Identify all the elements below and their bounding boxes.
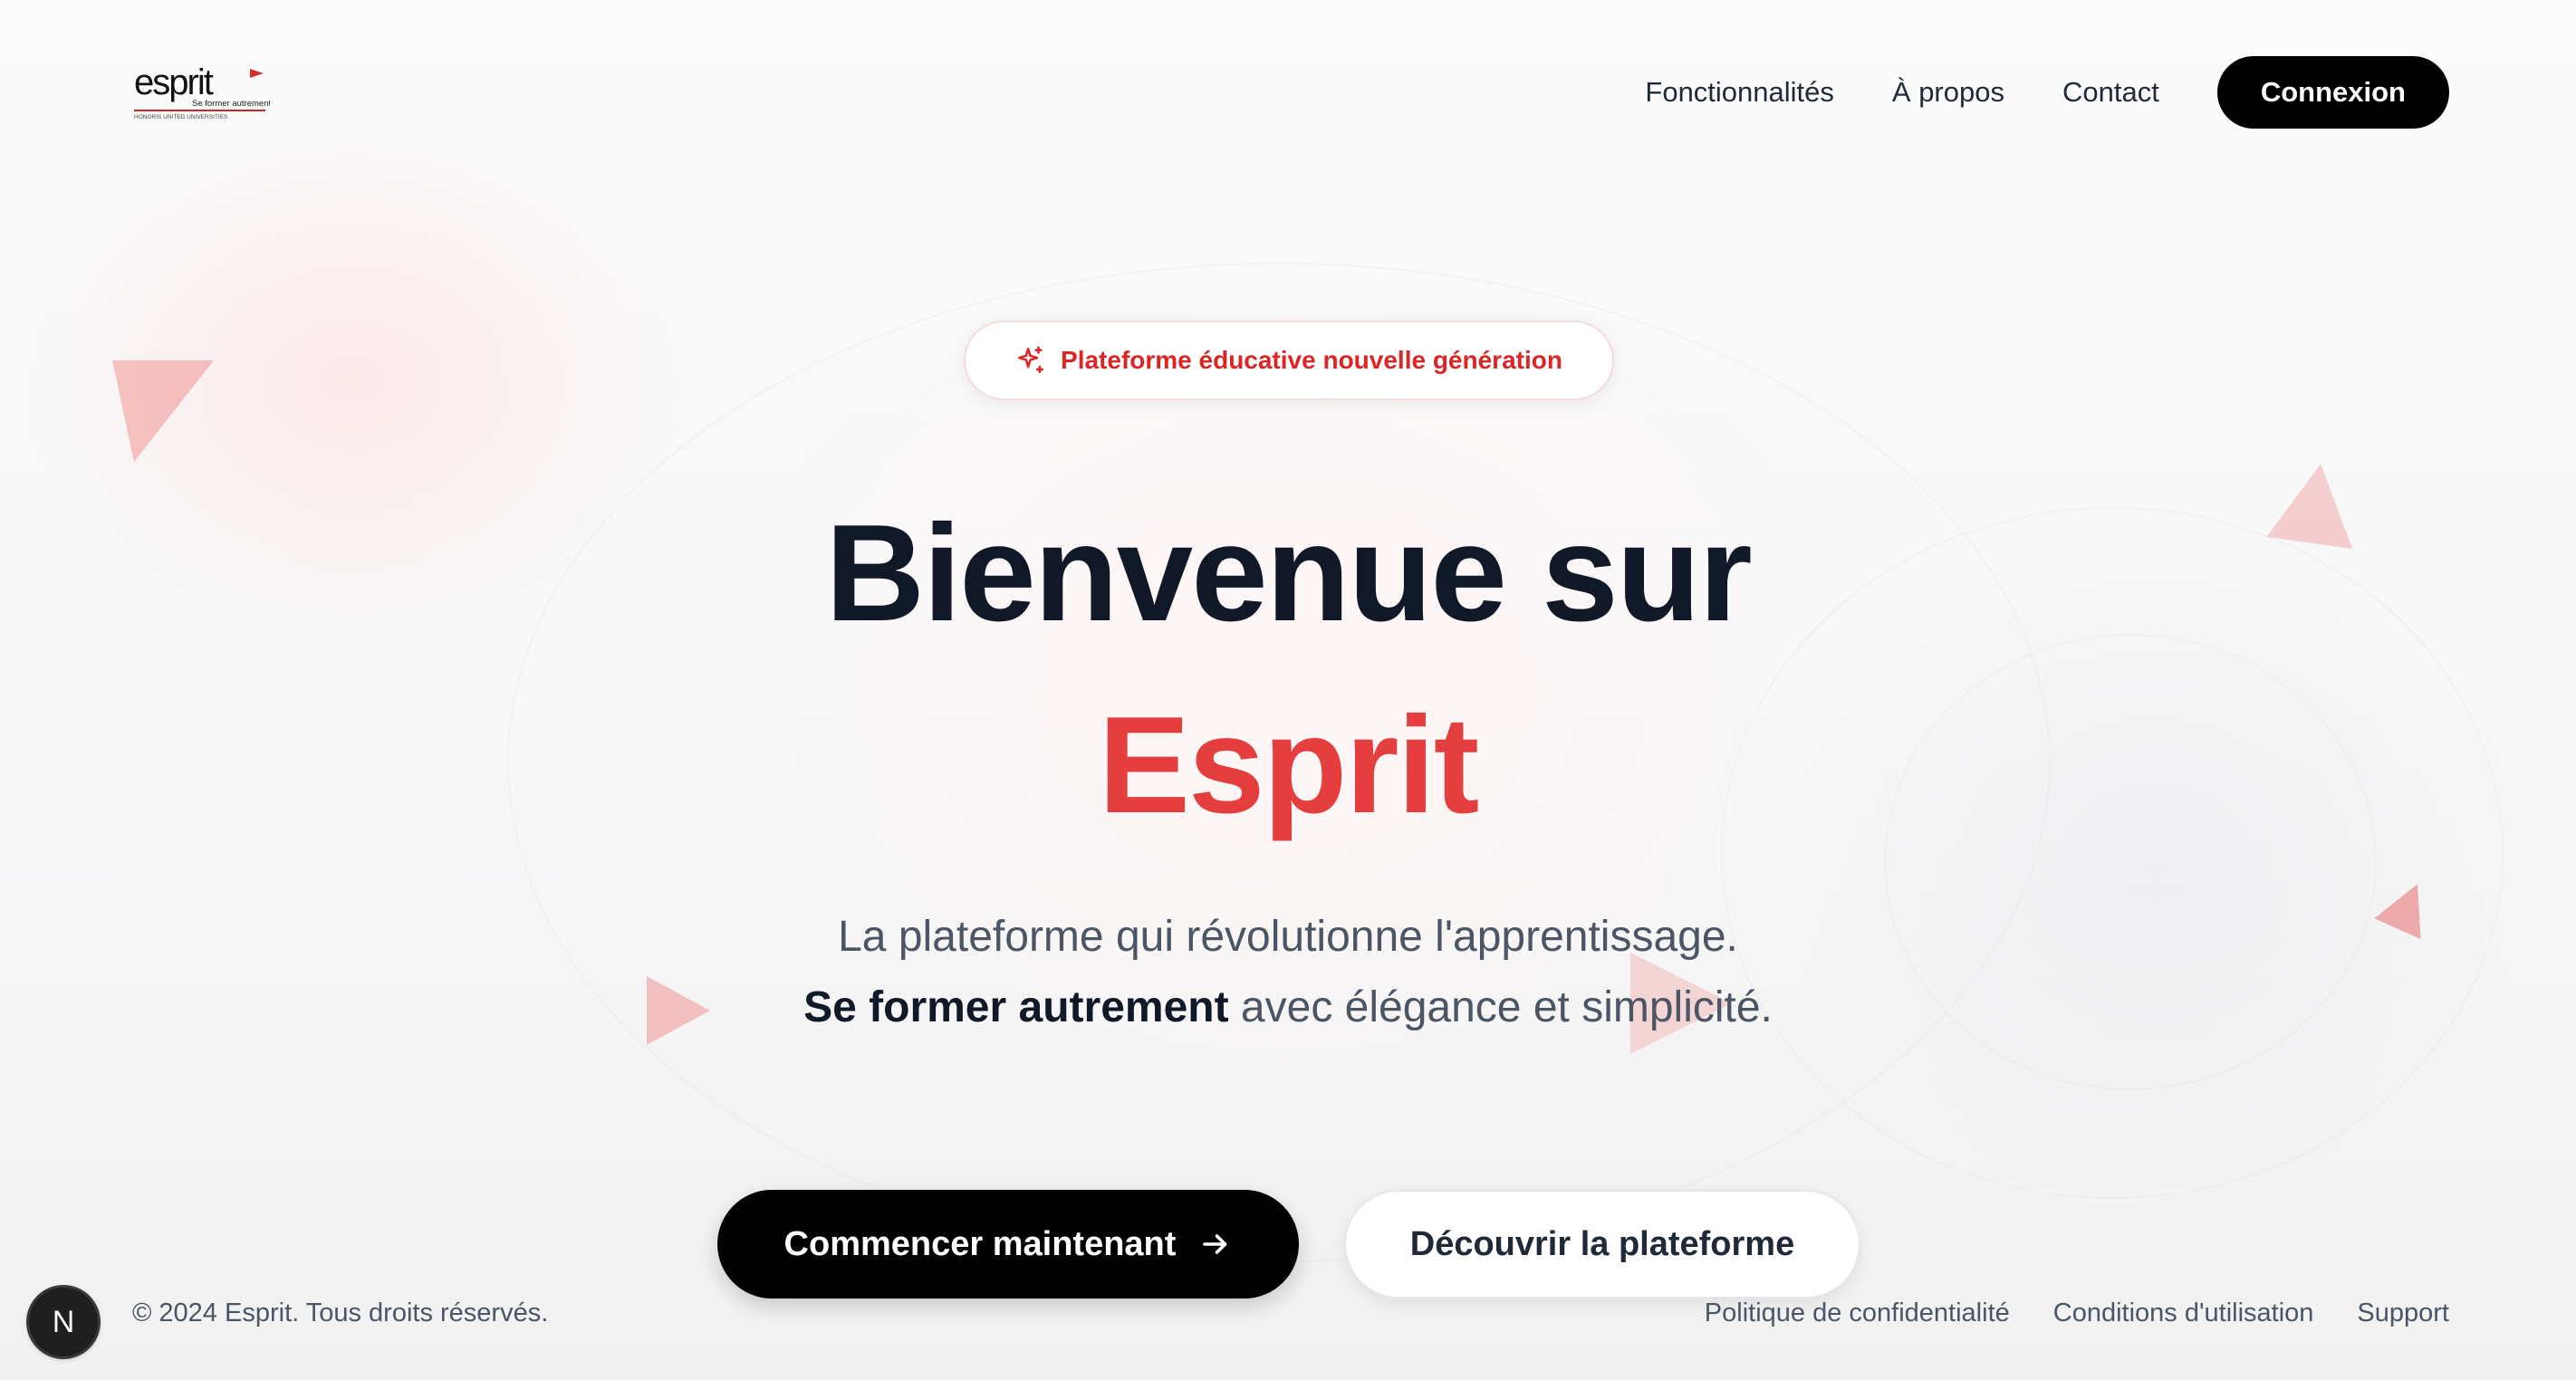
svg-text:esprit: esprit: [134, 63, 214, 102]
svg-text:Se former autrement: Se former autrement: [192, 99, 270, 109]
start-now-button[interactable]: Commencer maintenant: [717, 1190, 1299, 1299]
svg-text:HONORIS UNITED UNIVERSITIES: HONORIS UNITED UNIVERSITIES: [134, 114, 228, 120]
arrow-right-icon: [1203, 1234, 1227, 1254]
start-now-label: Commencer maintenant: [783, 1224, 1177, 1263]
esprit-logo[interactable]: esprit Se former autrement HONORIS UNITE…: [134, 62, 271, 121]
hero-subtitle-line1: La plateforme qui révolutionne l'apprent…: [838, 913, 1738, 961]
footer-link-support[interactable]: Support: [2357, 1295, 2449, 1331]
sparkles-icon: [1017, 346, 1044, 374]
footer-link-terms[interactable]: Conditions d'utilisation: [2053, 1295, 2314, 1331]
footer-link-privacy[interactable]: Politique de confidentialité: [1705, 1295, 2010, 1331]
decorative-triangle: [112, 360, 235, 462]
nav-link-fonctionnalites[interactable]: Fonctionnalités: [1645, 76, 1834, 109]
main-navigation: Fonctionnalités À propos Contact Connexi…: [1645, 56, 2449, 129]
footer-copyright: © 2024 Esprit. Tous droits réservés.: [132, 1299, 549, 1327]
hero-headline: Bienvenue sur: [825, 496, 1752, 650]
hero-subtitle-emphasis: Se former autrement: [803, 983, 1229, 1031]
discover-platform-button[interactable]: Découvrir la plateforme: [1344, 1190, 1860, 1299]
badge-label: Plateforme éducative nouvelle génération: [1061, 346, 1562, 374]
nextjs-icon: N: [52, 1304, 75, 1339]
nextjs-dev-badge[interactable]: N: [29, 1288, 98, 1356]
nav-link-contact[interactable]: Contact: [2062, 76, 2159, 109]
hero-subtitle-rest: avec élégance et simplicité.: [1240, 983, 1773, 1031]
hero-brand-name: Esprit: [1098, 688, 1480, 842]
footer-links: Politique de confidentialité Conditions …: [1705, 1295, 2449, 1331]
nav-link-a-propos[interactable]: À propos: [1892, 76, 2004, 109]
login-button[interactable]: Connexion: [2216, 56, 2449, 129]
hero-subtitle-line2: Se former autrement avec élégance et sim…: [0, 973, 2576, 1043]
announcement-badge: Plateforme éducative nouvelle génération: [964, 321, 1614, 400]
esprit-logo-mark: esprit Se former autrement HONORIS UNITE…: [134, 62, 271, 120]
landing-page: esprit Se former autrement HONORIS UNITE…: [0, 0, 2576, 1380]
